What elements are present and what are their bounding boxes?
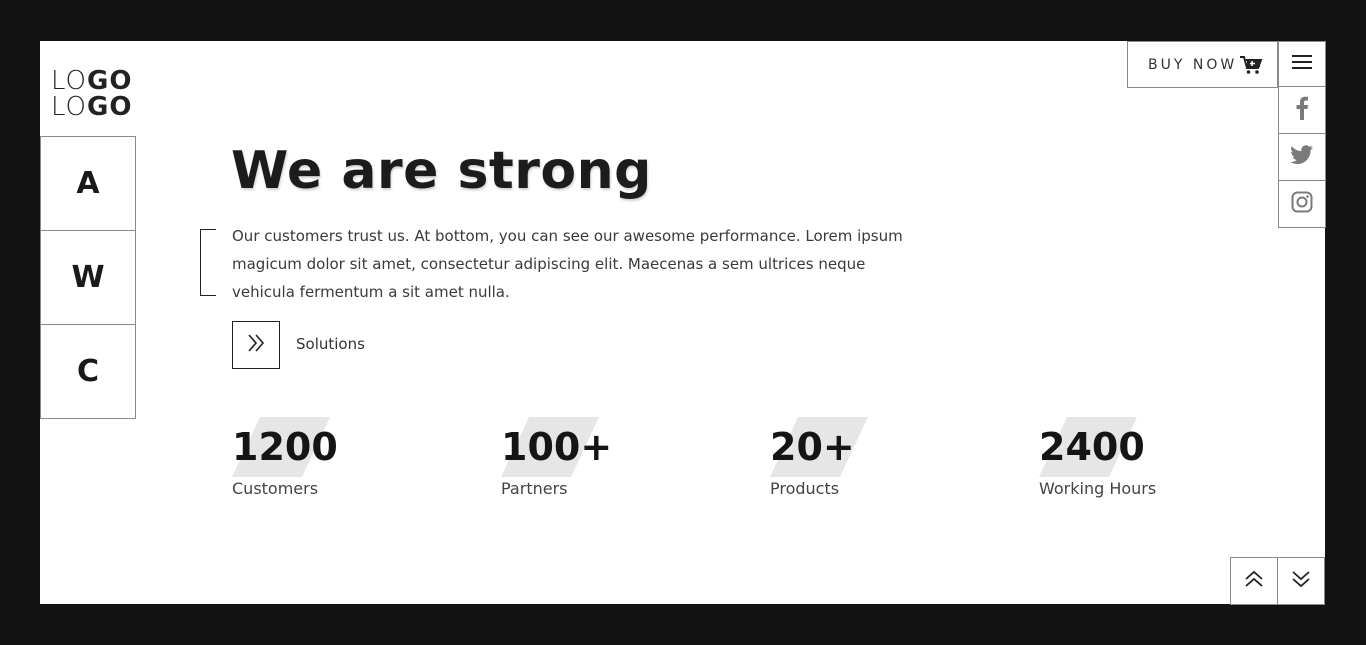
stat-label: Partners — [501, 479, 568, 498]
scroll-up-button[interactable] — [1230, 557, 1278, 605]
stat-value: 2400 — [1039, 425, 1145, 469]
solutions-button[interactable] — [232, 321, 280, 369]
text-bracket-decoration — [200, 229, 216, 296]
buy-now-label: BUY NOW — [1148, 56, 1238, 73]
stat-partners: 100+ Partners — [501, 417, 701, 507]
double-chevron-up-icon — [1244, 569, 1264, 594]
double-chevron-right-icon — [246, 333, 266, 358]
stat-value: 100+ — [501, 425, 613, 469]
facebook-link[interactable] — [1278, 86, 1326, 134]
logo-part: LO — [51, 92, 88, 122]
facebook-icon — [1295, 96, 1309, 125]
side-nav: A W C — [40, 136, 136, 419]
scroll-down-button[interactable] — [1277, 557, 1325, 605]
stat-value: 1200 — [232, 425, 338, 469]
instagram-link[interactable] — [1278, 180, 1326, 228]
side-nav-item-a[interactable]: A — [40, 136, 136, 231]
social-links — [1278, 86, 1326, 228]
page: LOGO LOGO A W C BUY NOW We are strong Ou… — [40, 41, 1326, 605]
double-chevron-down-icon — [1291, 569, 1311, 594]
stat-customers: 1200 Customers — [232, 417, 432, 507]
hero-title: We are strong — [231, 141, 652, 201]
stat-value: 20+ — [770, 425, 855, 469]
twitter-icon — [1290, 144, 1314, 170]
stat-label: Customers — [232, 479, 319, 498]
buy-now-button[interactable]: BUY NOW — [1127, 41, 1278, 88]
stat-working-hours: 2400 Working Hours — [1039, 417, 1239, 507]
hero-description: Our customers trust us. At bottom, you c… — [232, 227, 903, 301]
solutions-link[interactable]: Solutions — [296, 335, 365, 353]
stat-products: 20+ Products — [770, 417, 970, 507]
instagram-icon — [1291, 191, 1313, 218]
side-nav-item-w[interactable]: W — [40, 230, 136, 325]
logo[interactable]: LOGO LOGO — [51, 68, 131, 122]
hamburger-icon — [1291, 54, 1313, 75]
logo-part: GO — [87, 92, 133, 122]
cart-icon — [1239, 55, 1263, 75]
menu-button[interactable] — [1278, 41, 1326, 88]
stat-label: Products — [770, 479, 840, 498]
twitter-link[interactable] — [1278, 133, 1326, 181]
side-nav-item-c[interactable]: C — [40, 324, 136, 419]
stat-label: Working Hours — [1039, 479, 1157, 498]
